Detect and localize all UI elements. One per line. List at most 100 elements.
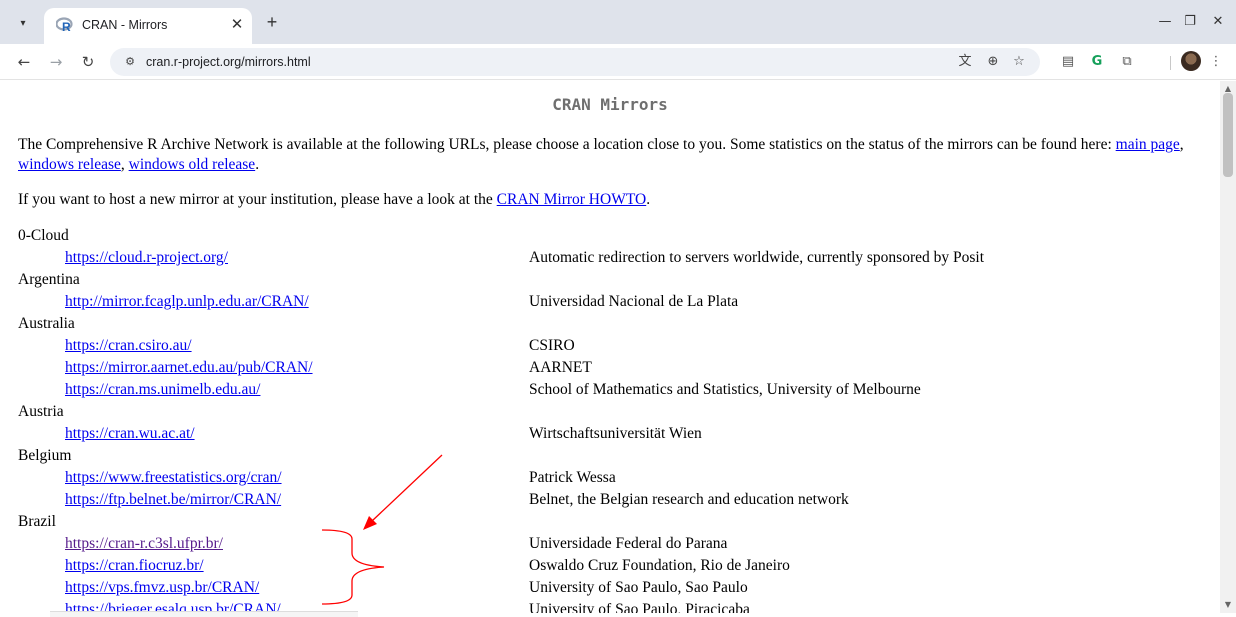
separator: , — [1179, 136, 1184, 153]
mirror-link[interactable]: https://vps.fmvz.usp.br/CRAN/ — [65, 579, 259, 596]
mirror-description: Automatic redirection to servers worldwi… — [529, 249, 984, 266]
intro-paragraph: The Comprehensive R Archive Network is a… — [18, 135, 1208, 175]
mirror-row: https://ftp.belnet.be/mirror/CRAN/Belnet… — [18, 489, 1208, 511]
mirror-description: University of Sao Paulo, Piracicaba — [529, 601, 750, 613]
mirror-description: Belnet, the Belgian research and educati… — [529, 491, 849, 508]
vertical-scrollbar[interactable]: ▲ ▼ — [1220, 81, 1236, 613]
period: . — [646, 191, 651, 208]
host-paragraph: If you want to host a new mirror at your… — [18, 190, 1208, 210]
country-name: Belgium — [18, 447, 72, 464]
r-logo-icon: R — [56, 17, 73, 33]
menu-dots-icon[interactable]: ⋮ — [1207, 53, 1225, 71]
mirror-url-cell: https://vps.fmvz.usp.br/CRAN/ — [65, 579, 259, 597]
mirror-link[interactable]: https://www.freestatistics.org/cran/ — [65, 469, 282, 486]
mirror-description: University of Sao Paulo, Sao Paulo — [529, 579, 748, 596]
country-row: Belgium — [18, 445, 1208, 467]
mirror-description: School of Mathematics and Statistics, Un… — [529, 381, 921, 398]
window-close-icon[interactable]: ✕ — [1203, 10, 1233, 34]
url-text[interactable]: cran.r-project.org/mirrors.html — [146, 55, 311, 69]
reading-mode-icon[interactable]: ▤ — [1059, 53, 1077, 71]
scroll-down-icon[interactable]: ▼ — [1220, 599, 1236, 611]
star-icon[interactable]: ☆ — [1010, 53, 1028, 71]
mirror-row: https://mirror.aarnet.edu.au/pub/CRAN/AA… — [18, 357, 1208, 379]
site-info-icon[interactable]: ⚙ — [122, 54, 138, 70]
tab-search-icon[interactable]: ▾ — [10, 11, 36, 35]
mirror-description: Universidade Federal do Parana — [529, 535, 728, 552]
zoom-icon[interactable]: ⊕ — [984, 53, 1002, 71]
mirror-description: Wirtschaftsuniversität Wien — [529, 425, 702, 442]
mirror-row: https://cran.wu.ac.at/Wirtschaftsunivers… — [18, 423, 1208, 445]
browser-toolbar: ← → ↻ ⚙ cran.r-project.org/mirrors.html … — [0, 44, 1236, 80]
mirror-row: https://cran-r.c3sl.ufpr.br/Universidade… — [18, 533, 1208, 555]
mirror-url-cell: https://mirror.aarnet.edu.au/pub/CRAN/ — [65, 359, 313, 377]
mirror-url-cell: https://cran.ms.unimelb.edu.au/ — [65, 381, 260, 399]
country-row: Argentina — [18, 269, 1208, 291]
mirror-link[interactable]: https://cloud.r-project.org/ — [65, 249, 228, 266]
restore-icon[interactable]: ❐ — [1175, 10, 1205, 34]
country-row: Australia — [18, 313, 1208, 335]
reload-icon[interactable]: ↻ — [76, 50, 100, 74]
page-title: CRAN Mirrors — [552, 95, 668, 114]
intro-text: The Comprehensive R Archive Network is a… — [18, 136, 1116, 153]
tab-title: CRAN - Mirrors — [82, 18, 168, 32]
host-text: If you want to host a new mirror at your… — [18, 191, 497, 208]
translate-icon[interactable]: 文 — [956, 53, 974, 71]
country-row: Brazil — [18, 511, 1208, 533]
mirror-url-cell: https://cran.wu.ac.at/ — [65, 425, 195, 443]
back-arrow-icon[interactable]: ← — [12, 50, 36, 74]
country-row: Austria — [18, 401, 1208, 423]
windows-release-link[interactable]: windows release — [18, 156, 121, 173]
mirror-description: CSIRO — [529, 337, 575, 354]
mirror-link[interactable]: https://ftp.belnet.be/mirror/CRAN/ — [65, 491, 281, 508]
mirror-url-cell: https://cran.csiro.au/ — [65, 337, 192, 355]
close-icon[interactable]: ✕ — [228, 16, 246, 34]
mirror-row: https://cran.fiocruz.br/Oswaldo Cruz Fou… — [18, 555, 1208, 577]
mirror-description: Patrick Wessa — [529, 469, 616, 486]
period: . — [255, 156, 260, 173]
country-name: Austria — [18, 403, 64, 420]
mirror-url-cell: https://cloud.r-project.org/ — [65, 249, 228, 267]
mirror-url-cell: http://mirror.fcaglp.unlp.edu.ar/CRAN/ — [65, 293, 309, 311]
mirror-howto-link[interactable]: CRAN Mirror HOWTO — [497, 191, 647, 208]
extensions-icon[interactable]: ⧉ — [1118, 53, 1136, 71]
mirror-url-cell: https://www.freestatistics.org/cran/ — [65, 469, 282, 487]
mirror-url-cell: https://cran-r.c3sl.ufpr.br/ — [65, 535, 223, 553]
mirror-link[interactable]: https://cran.ms.unimelb.edu.au/ — [65, 381, 260, 398]
grammarly-icon[interactable]: G — [1088, 53, 1106, 71]
scroll-thumb[interactable] — [1223, 93, 1233, 177]
mirror-link[interactable]: https://cran-r.c3sl.ufpr.br/ — [65, 535, 223, 552]
mirror-url-cell: https://cran.fiocruz.br/ — [65, 557, 204, 575]
country-name: Brazil — [18, 513, 56, 530]
mirror-row: http://mirror.fcaglp.unlp.edu.ar/CRAN/Un… — [18, 291, 1208, 313]
mirror-row: https://cran.ms.unimelb.edu.au/School of… — [18, 379, 1208, 401]
mirror-link[interactable]: https://cran.csiro.au/ — [65, 337, 192, 354]
separator: , — [120, 156, 129, 173]
country-row: 0-Cloud — [18, 225, 1208, 247]
mirror-table: 0-Cloud https://cloud.r-project.org/Autom… — [18, 225, 1208, 613]
country-name: Argentina — [18, 271, 80, 288]
mirror-link[interactable]: https://cran.fiocruz.br/ — [65, 557, 204, 574]
svg-text:R: R — [62, 20, 71, 33]
page-viewport: CRAN Mirrors The Comprehensive R Archive… — [0, 81, 1220, 613]
address-bar[interactable]: ⚙ cran.r-project.org/mirrors.html 文 ⊕ ☆ — [110, 48, 1040, 76]
country-name: Australia — [18, 315, 75, 332]
status-bubble — [50, 611, 358, 617]
mirror-description: AARNET — [529, 359, 592, 376]
avatar[interactable] — [1181, 51, 1201, 71]
mirror-link[interactable]: https://mirror.aarnet.edu.au/pub/CRAN/ — [65, 359, 313, 376]
mirror-row: https://cloud.r-project.org/Automatic re… — [18, 247, 1208, 269]
toolbar-divider — [1170, 56, 1171, 70]
forward-arrow-icon[interactable]: → — [44, 50, 68, 74]
plus-icon[interactable]: + — [262, 12, 282, 32]
mirror-description: Oswaldo Cruz Foundation, Rio de Janeiro — [529, 557, 790, 574]
main-page-link[interactable]: main page — [1116, 136, 1180, 153]
active-tab[interactable]: R CRAN - Mirrors ✕ — [44, 8, 252, 44]
tab-strip: ▾ R CRAN - Mirrors ✕ + — ❐ ✕ — [0, 0, 1236, 44]
mirror-row: https://cran.csiro.au/CSIRO — [18, 335, 1208, 357]
mirror-row: https://vps.fmvz.usp.br/CRAN/University … — [18, 577, 1208, 599]
mirror-link[interactable]: http://mirror.fcaglp.unlp.edu.ar/CRAN/ — [65, 293, 309, 310]
country-name: 0-Cloud — [18, 227, 69, 244]
mirror-link[interactable]: https://cran.wu.ac.at/ — [65, 425, 195, 442]
windows-old-release-link[interactable]: windows old release — [129, 156, 256, 173]
mirror-description: Universidad Nacional de La Plata — [529, 293, 739, 310]
